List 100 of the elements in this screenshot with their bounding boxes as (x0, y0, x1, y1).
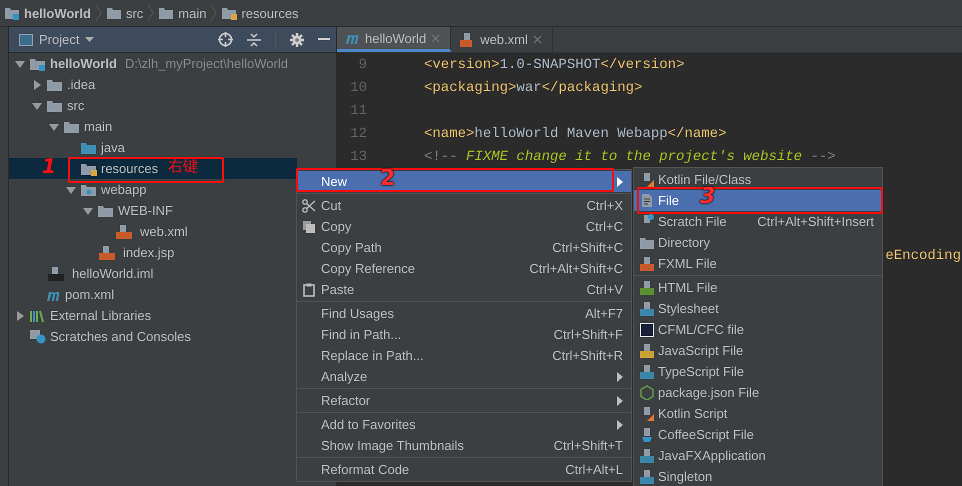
line-number: 9 (358, 56, 367, 72)
menu-item[interactable]: Kotlin Script (634, 403, 882, 424)
scissors-icon (302, 198, 316, 212)
tree-item[interactable]: webapp (9, 179, 297, 200)
square-icon (640, 322, 654, 336)
line-number: 11 (349, 102, 367, 118)
file-icon (639, 469, 655, 484)
tree-item[interactable]: main (9, 116, 297, 137)
menu-item[interactable]: Stylesheet (634, 298, 882, 319)
tree-item[interactable]: External Libraries (9, 305, 297, 326)
tree-item[interactable]: src (9, 95, 297, 116)
annotation-text: 右键 (168, 157, 198, 176)
chevron-icon (94, 4, 102, 22)
hexagon-icon (640, 385, 654, 400)
tree-item[interactable]: index.jsp (9, 242, 297, 263)
menu-item[interactable]: Show Image Thumbnails Ctrl+Shift+T (297, 435, 631, 456)
menu-item[interactable]: Cut Ctrl+X (297, 195, 631, 216)
menu-item[interactable]: Copy Ctrl+C (297, 216, 631, 237)
expand-arrow-icon[interactable] (49, 122, 59, 132)
tree-item[interactable]: pom.xml (9, 284, 297, 305)
menu-item[interactable]: Refactor (297, 390, 631, 411)
menu-item[interactable]: Replace in Path... Ctrl+Shift+R (297, 345, 631, 366)
file-icon (639, 343, 655, 358)
code-line: <version>1.0-SNAPSHOT</version> (424, 56, 684, 72)
menu-item[interactable]: Copy Path Ctrl+Shift+C (297, 237, 631, 258)
menu-item[interactable]: CoffeeScript File (634, 424, 882, 445)
tree-item[interactable]: WEB-INF (9, 200, 297, 221)
libraries-icon (29, 308, 46, 322)
menu-item[interactable]: Copy Reference Ctrl+Alt+Shift+C (297, 258, 631, 279)
breadcrumb-item[interactable]: main (158, 6, 206, 20)
tree-item[interactable]: .idea (9, 74, 297, 95)
folder-icon (221, 6, 238, 20)
breadcrumb-item[interactable]: src (106, 6, 144, 20)
tree-item[interactable]: Scratches and Consoles (9, 326, 297, 347)
tree-item[interactable]: helloWorld D:\zlh_myProject\helloWorld (9, 53, 297, 74)
expand-arrow-icon[interactable] (15, 310, 25, 320)
folder-icon (29, 56, 46, 70)
folder-icon (106, 6, 122, 20)
folder-icon (80, 140, 97, 154)
editor-tab[interactable]: web.xml (451, 27, 553, 52)
menu-item[interactable]: Singleton (634, 466, 882, 486)
menu-item[interactable]: JavaFXApplication (634, 445, 882, 466)
folder-icon (158, 6, 174, 20)
folder-icon (639, 236, 655, 250)
editor-tab[interactable]: helloWorld (337, 27, 452, 52)
file-icon (639, 427, 655, 442)
menu-item[interactable]: Add to Favorites (297, 414, 631, 435)
folder-icon (80, 162, 97, 176)
menu-item[interactable]: package.json File (634, 382, 882, 403)
expand-arrow-icon[interactable] (32, 80, 42, 90)
expand-arrow-icon[interactable] (32, 100, 42, 110)
menu-item[interactable]: HTML File (634, 277, 882, 298)
close-icon[interactable] (532, 35, 542, 44)
menu-item[interactable]: FXML File (634, 253, 882, 274)
menu-item[interactable]: Find in Path... Ctrl+Shift+F (297, 324, 631, 345)
file-icon (639, 301, 655, 316)
project-view-dropdown[interactable]: Project (19, 32, 94, 47)
file-icon (639, 364, 655, 379)
code-line: <!-- FIXME change it to the project's website --> (424, 148, 836, 164)
file-icon (639, 448, 655, 463)
tree-item[interactable]: web.xml (9, 221, 297, 242)
menu-item[interactable]: Reformat Code Ctrl+Alt+L (297, 459, 631, 480)
expand-arrow-icon[interactable] (83, 206, 93, 216)
settings-icon[interactable] (290, 32, 304, 46)
minimize-icon[interactable] (318, 38, 330, 41)
breadcrumb-item[interactable]: helloWorld (4, 6, 91, 20)
menu-item[interactable]: JavaScript File (634, 340, 882, 361)
menu-item[interactable]: TypeScript File (634, 361, 882, 382)
annotation-text: 2 (380, 168, 396, 190)
breadcrumb-item[interactable]: resources (221, 6, 299, 20)
menu-item[interactable]: Paste Ctrl+V (297, 279, 631, 300)
folder-icon (80, 182, 97, 196)
locate-icon[interactable] (218, 32, 233, 47)
clipboard-icon (303, 282, 315, 296)
line-number: 13 (349, 148, 367, 164)
collapse-all-icon[interactable] (247, 32, 261, 46)
folder-icon (4, 6, 20, 20)
expand-arrow-icon[interactable] (15, 58, 25, 68)
menu-item[interactable]: Find Usages Alt+F7 (297, 303, 631, 324)
menu-item[interactable]: CFML/CFC file (634, 319, 882, 340)
menu-item[interactable]: Directory (634, 232, 882, 253)
window-icon (19, 34, 33, 46)
copy-icon (302, 220, 316, 234)
folder-icon (63, 120, 80, 134)
line-number: 12 (349, 126, 367, 142)
tree-item[interactable]: helloWorld.iml (9, 263, 297, 284)
chevron-icon (147, 4, 154, 22)
scratches-icon (29, 329, 46, 344)
file-icon (639, 256, 655, 271)
file-icon (640, 193, 654, 208)
folder-icon (97, 204, 114, 218)
folder-icon (46, 98, 63, 112)
line-number: 10 (349, 80, 367, 96)
menu-item[interactable]: Scratch File Ctrl+Alt+Shift+Insert (634, 211, 882, 232)
code-fragment: eEncoding (885, 248, 962, 264)
menu-item[interactable]: Analyze (297, 366, 631, 387)
code-line: <packaging>war</packaging> (424, 80, 642, 96)
caret-icon (85, 36, 94, 42)
expand-arrow-icon[interactable] (66, 184, 76, 194)
folder-icon (46, 78, 63, 92)
